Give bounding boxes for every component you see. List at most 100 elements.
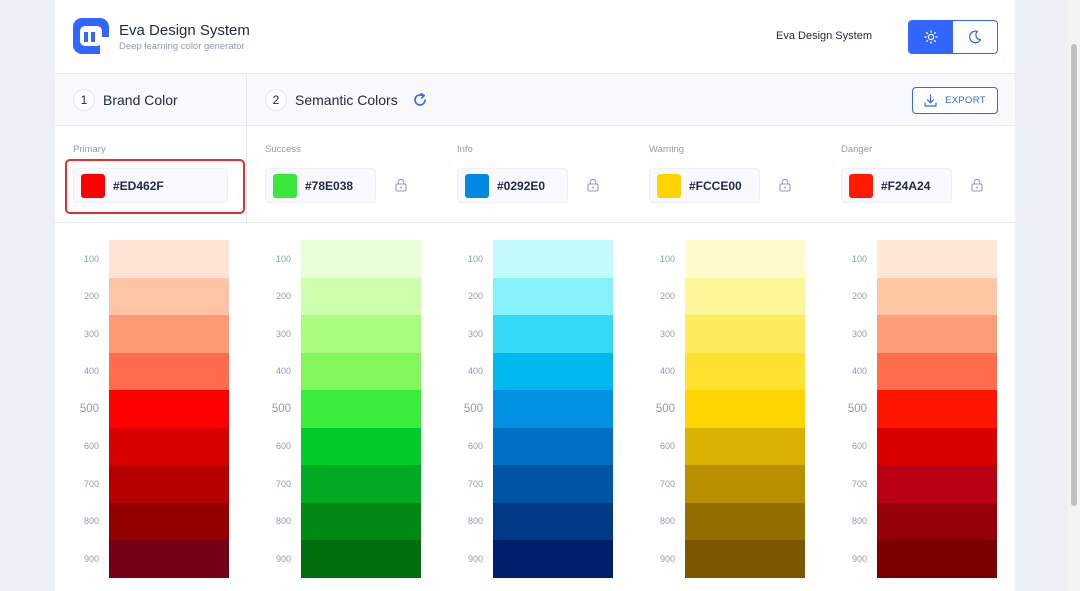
primary-shade-swatch[interactable] bbox=[109, 352, 229, 390]
danger-shade-swatch[interactable] bbox=[877, 277, 997, 315]
warning-lock-icon[interactable] bbox=[779, 178, 791, 192]
danger-shade-swatch[interactable] bbox=[877, 502, 997, 540]
shade-label: 200 bbox=[83, 291, 99, 302]
success-shade-swatch[interactable] bbox=[301, 465, 421, 503]
info-hex[interactable]: #0292E0 bbox=[497, 179, 545, 193]
primary-shade-swatch[interactable] bbox=[109, 465, 229, 503]
warning-hex[interactable]: #FCCE00 bbox=[689, 179, 742, 193]
warning-color-input[interactable]: #FCCE00 bbox=[649, 168, 760, 203]
shade-label: 900 bbox=[659, 553, 675, 564]
danger-shade-row: 400 bbox=[823, 352, 997, 390]
info-shade-row: 800 bbox=[439, 502, 613, 540]
danger-shade-swatch[interactable] bbox=[877, 240, 997, 278]
warning-shade-swatch[interactable] bbox=[685, 277, 805, 315]
warning-swatch[interactable] bbox=[657, 173, 681, 198]
refresh-icon[interactable] bbox=[412, 92, 428, 108]
shade-label: 400 bbox=[851, 366, 867, 377]
info-shade-swatch[interactable] bbox=[493, 465, 613, 503]
shade-label: 500 bbox=[463, 402, 483, 415]
success-swatch[interactable] bbox=[273, 173, 297, 198]
shade-label: 200 bbox=[659, 291, 675, 302]
danger-shade-swatch[interactable] bbox=[877, 315, 997, 353]
warning-shade-swatch[interactable] bbox=[685, 427, 805, 465]
primary-shade-swatch[interactable] bbox=[109, 277, 229, 315]
shade-label: 600 bbox=[659, 441, 675, 452]
danger-shade-swatch[interactable] bbox=[877, 540, 997, 578]
danger-swatch[interactable] bbox=[849, 173, 873, 198]
info-shade-swatch[interactable] bbox=[493, 390, 613, 428]
success-shade-swatch[interactable] bbox=[301, 352, 421, 390]
info-swatch[interactable] bbox=[465, 173, 489, 198]
primary-shade-swatch[interactable] bbox=[109, 390, 229, 428]
success-label: Success bbox=[265, 144, 301, 155]
success-shade-swatch[interactable] bbox=[301, 540, 421, 578]
warning-shade-swatch[interactable] bbox=[685, 352, 805, 390]
info-shade-swatch[interactable] bbox=[493, 315, 613, 353]
primary-shade-swatch[interactable] bbox=[109, 540, 229, 578]
danger-shade-swatch[interactable] bbox=[877, 465, 997, 503]
info-shade-swatch[interactable] bbox=[493, 502, 613, 540]
light-theme-button[interactable] bbox=[909, 21, 953, 53]
warning-shade-swatch[interactable] bbox=[685, 240, 805, 278]
info-shade-swatch[interactable] bbox=[493, 277, 613, 315]
success-shade-row: 900 bbox=[247, 540, 421, 578]
success-shade-swatch[interactable] bbox=[301, 315, 421, 353]
info-shade-swatch[interactable] bbox=[493, 540, 613, 578]
success-hex[interactable]: #78E038 bbox=[305, 179, 353, 193]
info-shade-swatch[interactable] bbox=[493, 352, 613, 390]
success-shade-row: 200 bbox=[247, 277, 421, 315]
warning-shade-swatch[interactable] bbox=[685, 315, 805, 353]
scrollbar[interactable] bbox=[1068, 0, 1080, 591]
warning-shade-swatch[interactable] bbox=[685, 502, 805, 540]
warning-shade-swatch[interactable] bbox=[685, 390, 805, 428]
app-subtitle: Deep learning color generator bbox=[119, 41, 245, 52]
success-shade-swatch[interactable] bbox=[301, 502, 421, 540]
success-lock-icon[interactable] bbox=[395, 178, 407, 192]
shade-label: 800 bbox=[275, 516, 291, 527]
eva-design-system-link[interactable]: Eva Design System bbox=[776, 30, 872, 42]
info-shade-row: 300 bbox=[439, 315, 613, 353]
shade-label: 100 bbox=[83, 253, 99, 264]
info-color-input[interactable]: #0292E0 bbox=[457, 168, 568, 203]
danger-hex[interactable]: #F24A24 bbox=[881, 179, 930, 193]
danger-shade-row: 600 bbox=[823, 427, 997, 465]
primary-shade-swatch[interactable] bbox=[109, 240, 229, 278]
primary-shade-swatch[interactable] bbox=[109, 427, 229, 465]
info-lock-icon[interactable] bbox=[587, 178, 599, 192]
shade-label: 200 bbox=[467, 291, 483, 302]
warning-shade-swatch[interactable] bbox=[685, 465, 805, 503]
primary-shade-swatch[interactable] bbox=[109, 315, 229, 353]
danger-lock-icon[interactable] bbox=[971, 178, 983, 192]
shade-label: 700 bbox=[467, 478, 483, 489]
shade-label: 500 bbox=[79, 402, 99, 415]
warning-shade-swatch[interactable] bbox=[685, 540, 805, 578]
danger-shade-swatch[interactable] bbox=[877, 390, 997, 428]
shade-label: 200 bbox=[275, 291, 291, 302]
success-shade-swatch[interactable] bbox=[301, 240, 421, 278]
danger-shade-swatch[interactable] bbox=[877, 427, 997, 465]
app-window: Eva Design System Deep learning color ge… bbox=[55, 0, 1015, 591]
info-shade-row: 900 bbox=[439, 540, 613, 578]
danger-color-input[interactable]: #F24A24 bbox=[841, 168, 952, 203]
warning-shade-row: 800 bbox=[631, 502, 805, 540]
primary-shade-swatch[interactable] bbox=[109, 502, 229, 540]
success-color-input[interactable]: #78E038 bbox=[265, 168, 376, 203]
success-shade-swatch[interactable] bbox=[301, 277, 421, 315]
warning-label: Warning bbox=[649, 144, 685, 155]
success-shade-swatch[interactable] bbox=[301, 427, 421, 465]
warning-shade-row: 700 bbox=[631, 465, 805, 503]
info-shade-swatch[interactable] bbox=[493, 427, 613, 465]
shade-label: 700 bbox=[83, 478, 99, 489]
danger-shade-row: 700 bbox=[823, 465, 997, 503]
danger-shade-swatch[interactable] bbox=[877, 352, 997, 390]
dark-theme-button[interactable] bbox=[953, 21, 997, 53]
shade-label: 900 bbox=[83, 553, 99, 564]
success-shade-swatch[interactable] bbox=[301, 390, 421, 428]
scrollbar-thumb[interactable] bbox=[1071, 44, 1077, 506]
export-button[interactable]: EXPORT bbox=[912, 87, 998, 114]
success-shade-row: 600 bbox=[247, 427, 421, 465]
shade-label: 700 bbox=[659, 478, 675, 489]
info-shade-swatch[interactable] bbox=[493, 240, 613, 278]
success-shade-row: 500 bbox=[247, 390, 421, 428]
shade-label: 400 bbox=[275, 366, 291, 377]
